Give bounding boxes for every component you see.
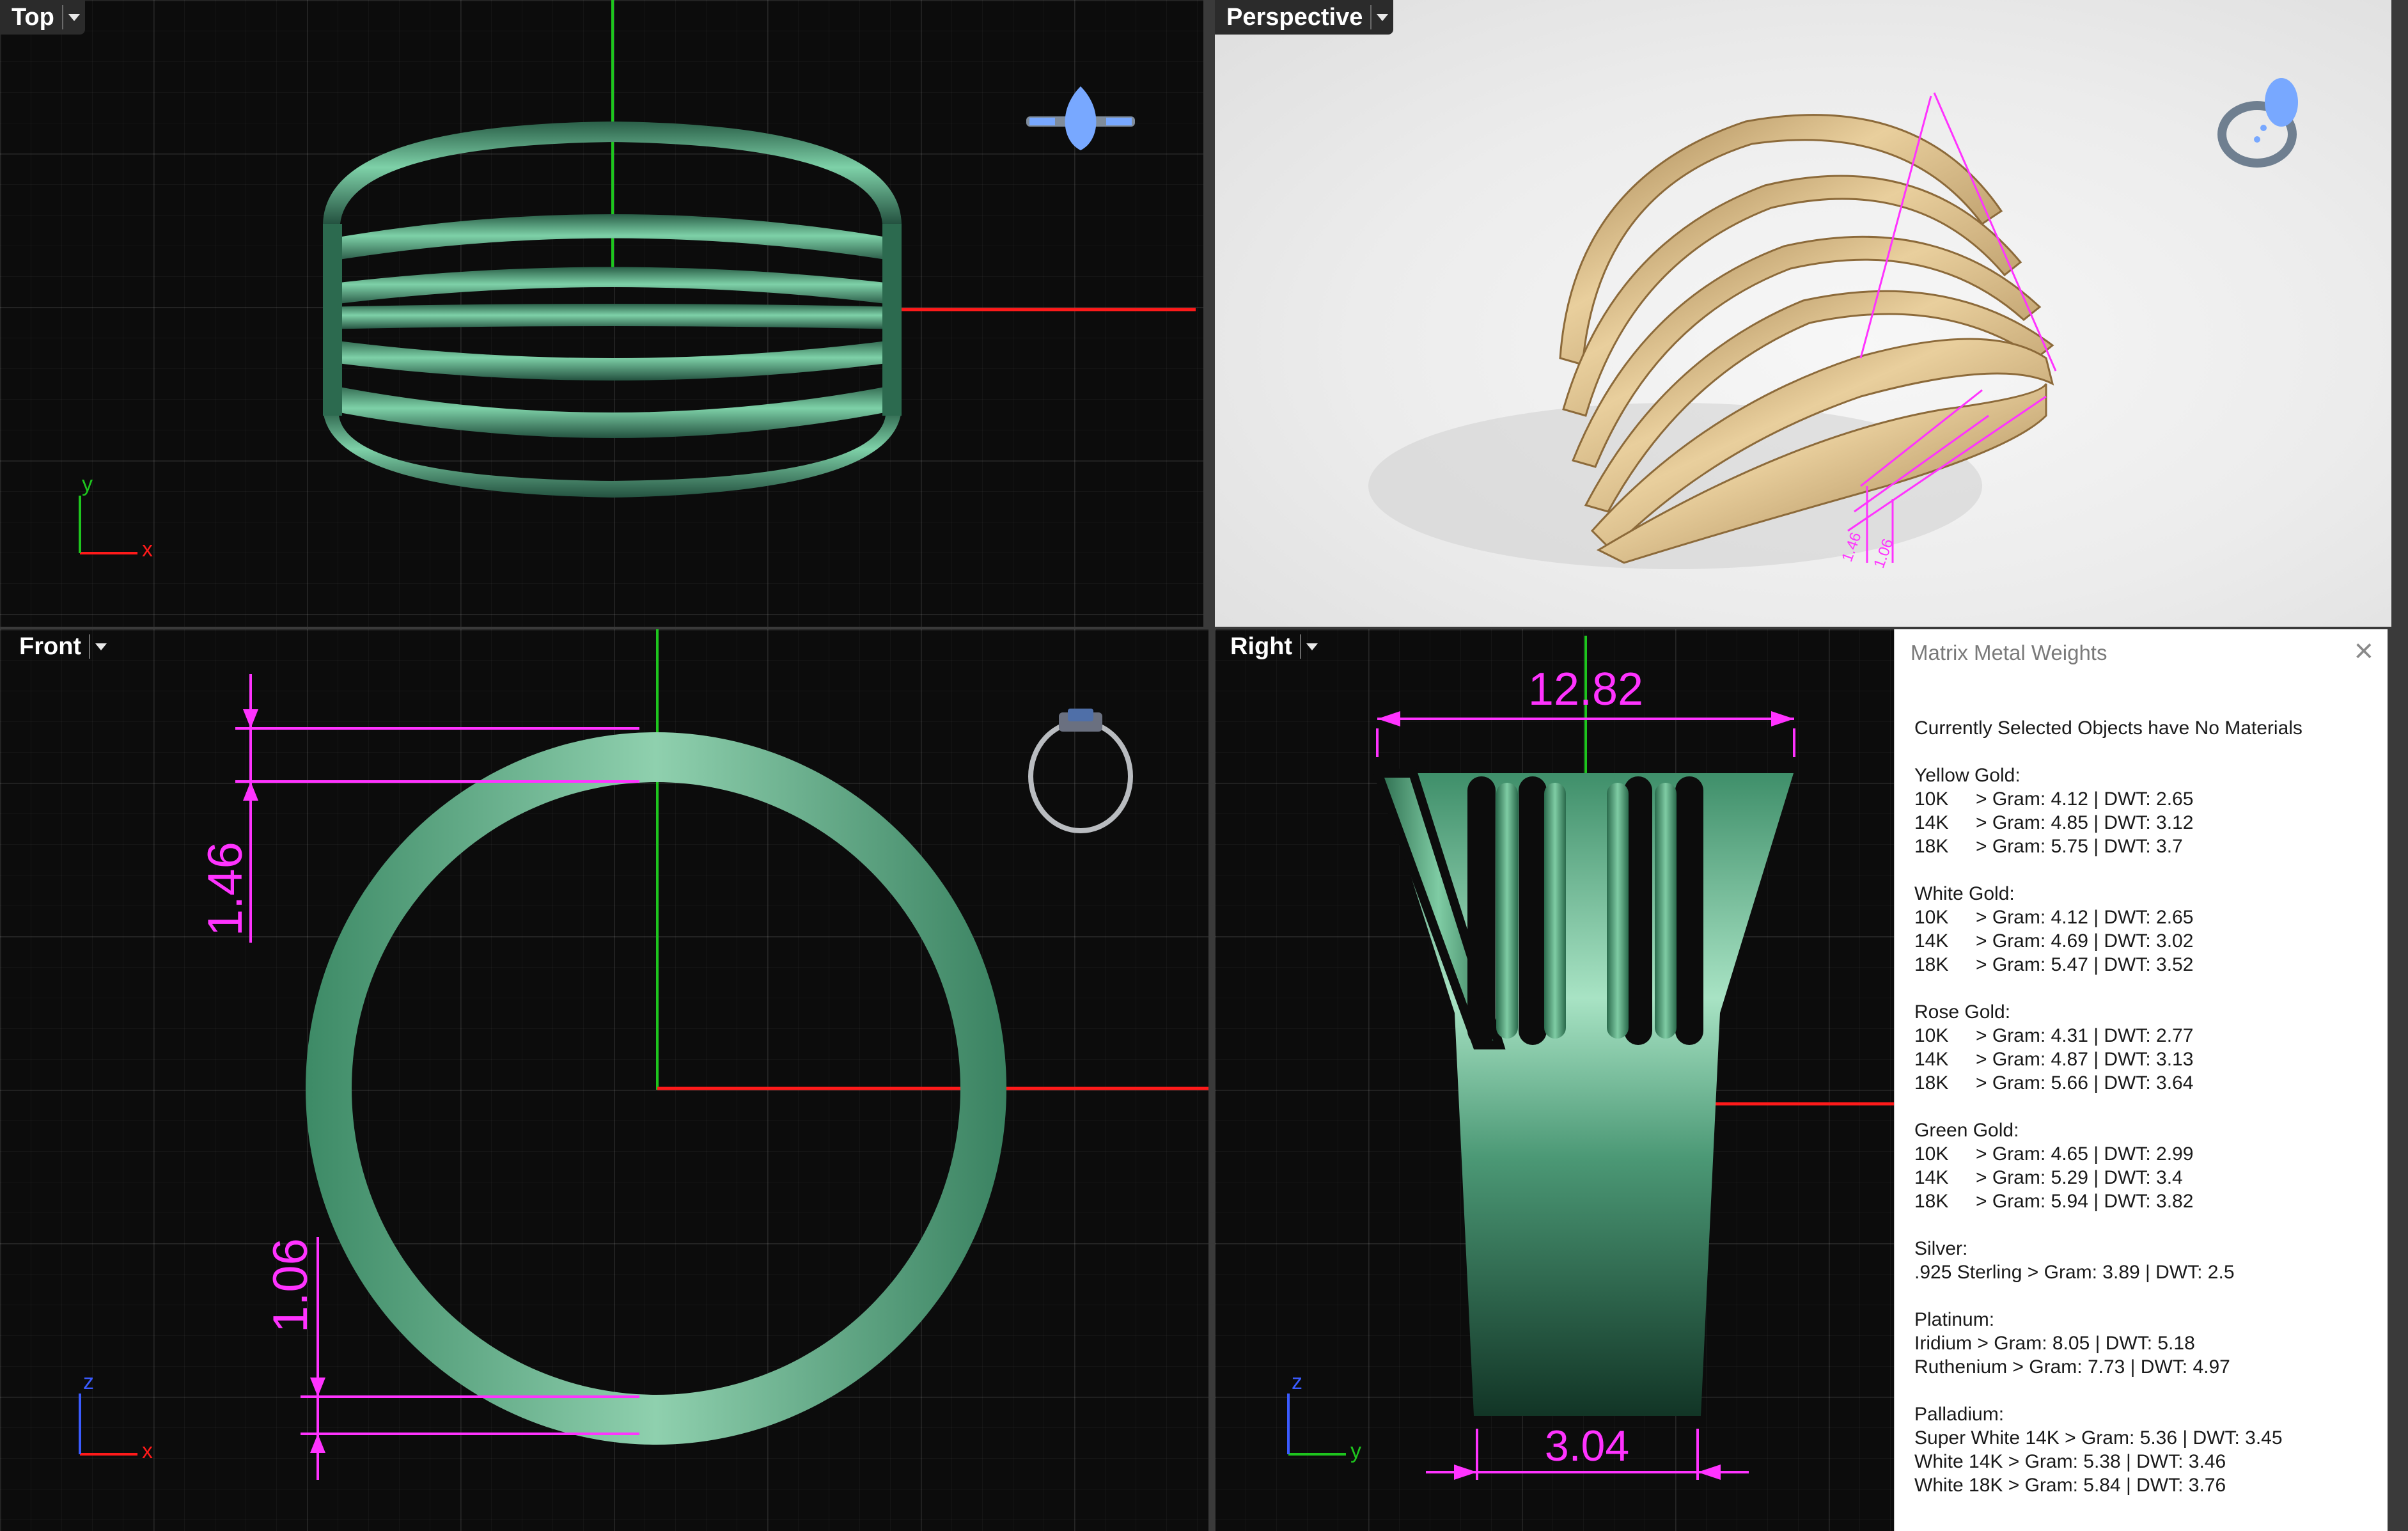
navigation-ring-icon — [2217, 78, 2298, 168]
group-heading: White Gold: — [1914, 883, 2015, 904]
weight-row: Ruthenium > Gram: 7.73 | DWT: 4.97 — [1914, 1356, 2230, 1378]
metal-group-platinum: Platinum: Iridium > Gram: 8.05 | DWT: 5.… — [1914, 1308, 2381, 1379]
group-heading: Platinum: — [1914, 1309, 1995, 1330]
weight-row: 18K > Gram: 5.47 | DWT: 3.52 — [1914, 953, 2381, 977]
weight-value: > Gram: 5.94 | DWT: 3.82 — [1976, 1191, 2194, 1212]
metal-group: Rose Gold: 10K > Gram: 4.31 | DWT: 2.77 14K… — [1914, 1000, 2381, 1095]
close-icon[interactable]: × — [2354, 634, 2373, 668]
weight-row: 10K > Gram: 4.12 | DWT: 2.65 — [1914, 787, 2381, 811]
metal-weights-panel: Matrix Metal Weights × Currently Selecte… — [1894, 629, 2388, 1531]
weight-value: > Gram: 4.65 | DWT: 2.99 — [1976, 1143, 2194, 1165]
axis-label-z: z — [1292, 1370, 1302, 1394]
weight-row: Super White 14K > Gram: 5.36 | DWT: 3.45 — [1914, 1427, 2283, 1449]
weight-row: 18K > Gram: 5.66 | DWT: 3.64 — [1914, 1071, 2381, 1095]
weight-row: 14K > Gram: 4.69 | DWT: 3.02 — [1914, 929, 2381, 953]
weight-value: > Gram: 5.29 | DWT: 3.4 — [1976, 1167, 2183, 1188]
weight-row: 14K > Gram: 4.85 | DWT: 3.12 — [1914, 811, 2381, 835]
weight-row: 14K > Gram: 4.87 | DWT: 3.13 — [1914, 1048, 2381, 1071]
navigation-ring-icon — [1026, 86, 1135, 150]
karat-label: 14K — [1914, 812, 1949, 833]
viewport-title[interactable]: Right — [1215, 629, 1300, 664]
weight-value: > Gram: 5.66 | DWT: 3.64 — [1976, 1072, 2194, 1094]
karat-label: 14K — [1914, 1049, 1949, 1070]
weight-value: > Gram: 4.85 | DWT: 3.12 — [1976, 812, 2194, 833]
front-view-canvas: 1.46 1.06 x z — [79, 629, 1208, 1480]
viewport-label-front[interactable]: Front — [0, 629, 112, 664]
chevron-down-icon[interactable] — [61, 5, 85, 29]
axis-label-x: x — [142, 1439, 153, 1463]
viewport-right[interactable]: 12.82 3.04 y z Right — [1215, 629, 1894, 1531]
dimension-label: 12.82 — [1528, 664, 1643, 715]
weight-row: 10K > Gram: 4.31 | DWT: 2.77 — [1914, 1024, 2381, 1048]
viewport-front[interactable]: 1.46 1.06 x z Front — [0, 629, 1208, 1531]
weight-row: Iridium > Gram: 8.05 | DWT: 5.18 — [1914, 1333, 2195, 1354]
weight-row: 14K > Gram: 5.29 | DWT: 3.4 — [1914, 1166, 2381, 1189]
group-heading: Green Gold: — [1914, 1120, 2019, 1141]
viewport-title[interactable]: Perspective — [1215, 0, 1370, 35]
weight-row: 18K > Gram: 5.75 | DWT: 3.7 — [1914, 835, 2381, 858]
metal-group: Yellow Gold: 10K > Gram: 4.12 | DWT: 2.65 1… — [1914, 764, 2381, 858]
group-heading: Rose Gold: — [1914, 1001, 2011, 1023]
viewport-label-right[interactable]: Right — [1215, 629, 1323, 664]
chevron-down-icon[interactable] — [1300, 634, 1323, 659]
weight-value: > Gram: 4.31 | DWT: 2.77 — [1976, 1025, 2194, 1046]
karat-label: 14K — [1914, 1167, 1949, 1188]
dimension-label: 1.06 — [263, 1238, 318, 1333]
metal-group-palladium: Palladium: Super White 14K > Gram: 5.36 … — [1914, 1402, 2381, 1497]
weight-value: > Gram: 4.12 | DWT: 2.65 — [1976, 907, 2194, 928]
group-heading: Yellow Gold: — [1914, 765, 2021, 786]
group-heading: Palladium: — [1914, 1404, 2005, 1425]
weight-value: > Gram: 5.47 | DWT: 3.52 — [1976, 954, 2194, 975]
weight-row: 10K > Gram: 4.12 | DWT: 2.65 — [1914, 906, 2381, 929]
weight-row: 10K > Gram: 4.65 | DWT: 2.99 — [1914, 1142, 2381, 1166]
status-text: Currently Selected Objects have No Mater… — [1914, 718, 2302, 739]
top-view-canvas: x y — [79, 0, 1196, 561]
group-heading: Silver: — [1914, 1238, 1968, 1259]
weight-row: White 14K > Gram: 5.38 | DWT: 3.46 — [1914, 1451, 2226, 1472]
karat-label: 10K — [1914, 1025, 1949, 1046]
viewport-label-top[interactable]: Top — [0, 0, 85, 35]
axis-label-y: y — [1350, 1439, 1361, 1463]
weight-row: .925 Sterling > Gram: 3.89 | DWT: 2.5 — [1914, 1262, 2235, 1283]
axis-label-z: z — [83, 1370, 94, 1394]
weight-value: > Gram: 4.69 | DWT: 3.02 — [1976, 930, 2194, 952]
panel-body: Currently Selected Objects have No Mater… — [1914, 716, 2381, 1521]
axis-label-y: y — [82, 472, 93, 496]
karat-label: 18K — [1914, 1191, 1949, 1212]
weight-row: White 18K > Gram: 5.84 | DWT: 3.76 — [1914, 1475, 2226, 1496]
axis-label-x: x — [142, 537, 153, 561]
viewport-perspective[interactable]: 1.46 1.06 Perspective — [1215, 0, 2391, 627]
viewport-title[interactable]: Front — [0, 629, 89, 664]
viewport-label-perspective[interactable]: Perspective — [1215, 0, 1394, 35]
perspective-view-canvas: 1.46 1.06 — [1368, 78, 2298, 570]
panel-title: Matrix Metal Weights — [1911, 641, 2107, 664]
karat-label: 10K — [1914, 1143, 1949, 1165]
karat-label: 18K — [1914, 1072, 1949, 1094]
chevron-down-icon[interactable] — [89, 634, 112, 659]
karat-label: 10K — [1914, 907, 1949, 928]
metal-group: White Gold: 10K > Gram: 4.12 | DWT: 2.65 14… — [1914, 882, 2381, 977]
weight-row: 18K > Gram: 5.94 | DWT: 3.82 — [1914, 1189, 2381, 1213]
viewport-title[interactable]: Top — [0, 0, 62, 35]
karat-label: 18K — [1914, 954, 1949, 975]
viewport-top[interactable]: x y Top — [0, 0, 1203, 627]
navigation-ring-icon — [1028, 709, 1133, 833]
weight-value: > Gram: 4.12 | DWT: 2.65 — [1976, 789, 2194, 810]
weight-value: > Gram: 4.87 | DWT: 3.13 — [1976, 1049, 2194, 1070]
metal-groups: Yellow Gold: 10K > Gram: 4.12 | DWT: 2.65 1… — [1914, 764, 2381, 1213]
dimension-label: 1.46 — [198, 842, 253, 936]
right-view-canvas: 12.82 3.04 y z — [1287, 636, 1894, 1480]
metal-group: Green Gold: 10K > Gram: 4.65 | DWT: 2.99 14… — [1914, 1119, 2381, 1213]
ring-model-right — [1371, 769, 1794, 1416]
chevron-down-icon[interactable] — [1370, 5, 1393, 29]
weight-value: > Gram: 5.75 | DWT: 3.7 — [1976, 836, 2183, 857]
dimension-label: 3.04 — [1545, 1422, 1629, 1470]
karat-label: 14K — [1914, 930, 1949, 952]
karat-label: 18K — [1914, 836, 1949, 857]
karat-label: 10K — [1914, 789, 1949, 810]
metal-group-silver: Silver: .925 Sterling > Gram: 3.89 | DWT… — [1914, 1237, 2381, 1284]
